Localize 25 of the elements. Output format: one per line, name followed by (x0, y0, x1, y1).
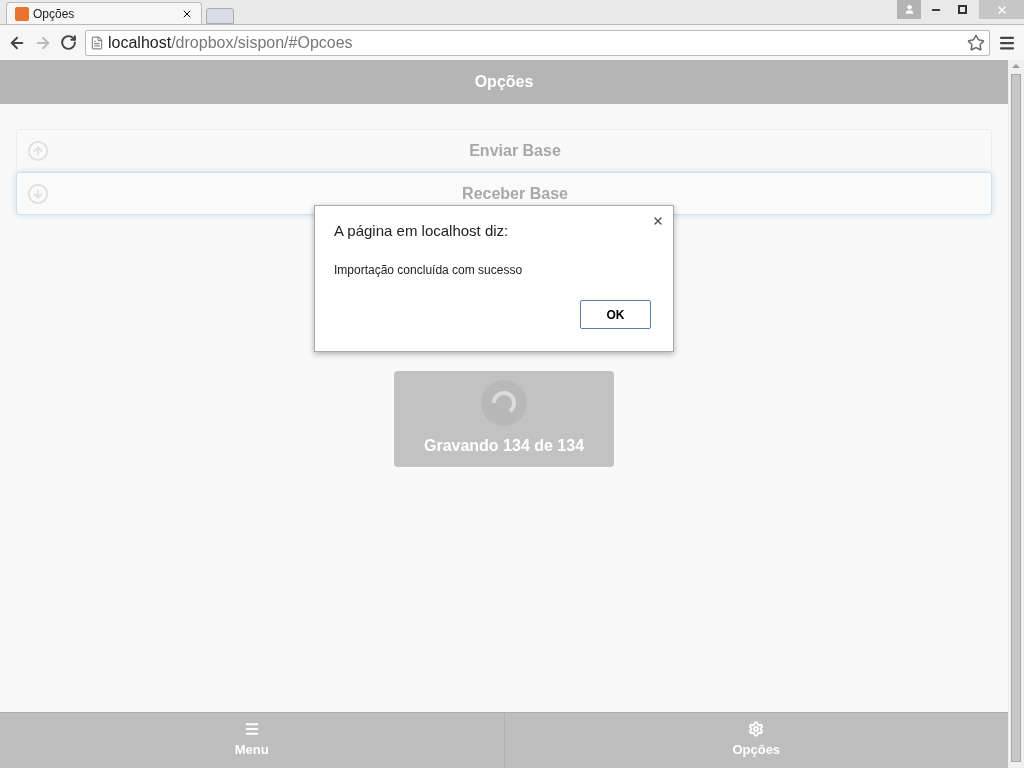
list-item-label: Receber Base (461, 183, 569, 204)
close-icon (995, 3, 1008, 16)
address-bar[interactable]: localhost/dropbox/sispon/#Opcoes (85, 29, 990, 56)
menu-icon (243, 721, 260, 738)
bookmark-star-icon[interactable] (967, 33, 985, 52)
site-icon (15, 6, 29, 21)
settings-icon (748, 721, 765, 738)
close-icon[interactable] (652, 215, 664, 227)
footer-tab[interactable]: Menu (0, 713, 504, 768)
spinner-icon (481, 380, 527, 426)
page-icon (90, 35, 104, 50)
dialog-message: Importação concluída com sucesso (334, 261, 524, 279)
person-icon (903, 4, 915, 15)
reload-icon[interactable] (60, 34, 77, 51)
restore-icon (957, 5, 967, 14)
list-item[interactable]: Enviar Base (16, 129, 992, 172)
ok-button[interactable]: OK (580, 300, 651, 329)
dialog-title: A página em localhost diz: (334, 221, 510, 241)
tab-title: Opções (33, 5, 76, 23)
page-title: Opções (474, 72, 534, 92)
address-text: localhost/dropbox/sispon/#Opcoes (108, 32, 353, 53)
list-item[interactable]: Receber Base (16, 172, 992, 215)
list-item-label: Enviar Base (468, 140, 562, 161)
browser-tab[interactable]: Opções (6, 2, 202, 24)
loading-text: Gravando 134 de 134 (423, 436, 585, 456)
